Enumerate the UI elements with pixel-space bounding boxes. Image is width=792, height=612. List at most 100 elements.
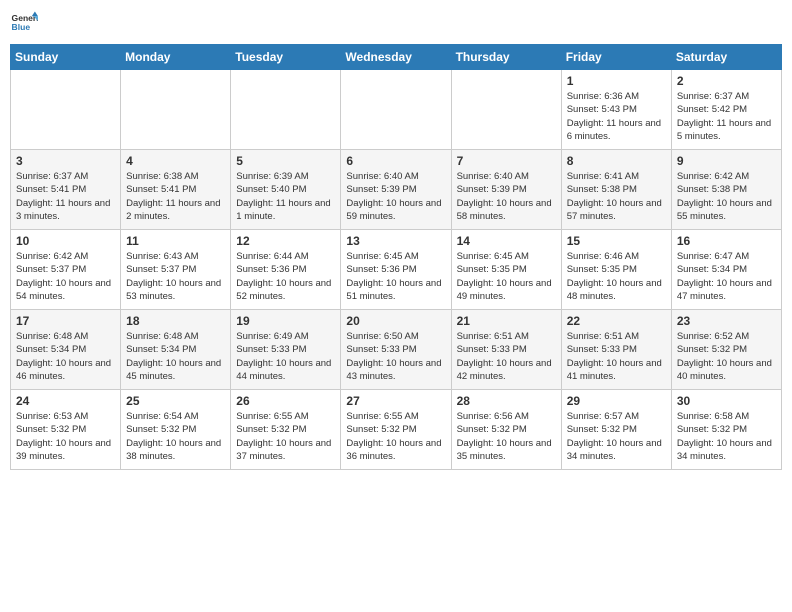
page-header: General Blue xyxy=(10,10,782,38)
calendar-cell: 8 Sunrise: 6:41 AMSunset: 5:38 PMDaylight… xyxy=(561,150,671,230)
day-number: 30 xyxy=(677,394,776,408)
day-info: Sunrise: 6:46 AMSunset: 5:35 PMDaylight:… xyxy=(567,250,666,303)
day-info: Sunrise: 6:57 AMSunset: 5:32 PMDaylight:… xyxy=(567,410,666,463)
day-number: 1 xyxy=(567,74,666,88)
day-number: 27 xyxy=(346,394,445,408)
day-number: 26 xyxy=(236,394,335,408)
calendar-cell: 30 Sunrise: 6:58 AMSunset: 5:32 PMDayligh… xyxy=(671,390,781,470)
day-info: Sunrise: 6:54 AMSunset: 5:32 PMDaylight:… xyxy=(126,410,225,463)
day-info: Sunrise: 6:45 AMSunset: 5:36 PMDaylight:… xyxy=(346,250,445,303)
day-number: 19 xyxy=(236,314,335,328)
day-number: 11 xyxy=(126,234,225,248)
day-number: 16 xyxy=(677,234,776,248)
calendar-cell: 27 Sunrise: 6:55 AMSunset: 5:32 PMDayligh… xyxy=(341,390,451,470)
calendar-cell: 23Sunrise: 6:52 AMSunset: 5:32 PMDayligh… xyxy=(671,310,781,390)
calendar-cell: 28Sunrise: 6:56 AMSunset: 5:32 PMDayligh… xyxy=(451,390,561,470)
calendar-cell: 3 Sunrise: 6:37 AMSunset: 5:41 PMDaylight… xyxy=(11,150,121,230)
day-info: Sunrise: 6:39 AMSunset: 5:40 PMDaylight:… xyxy=(236,170,335,223)
calendar-cell: 1 Sunrise: 6:36 AMSunset: 5:43 PMDaylight… xyxy=(561,70,671,150)
svg-text:Blue: Blue xyxy=(12,22,31,32)
day-info: Sunrise: 6:37 AMSunset: 5:41 PMDaylight:… xyxy=(16,170,115,223)
calendar-cell: 13Sunrise: 6:45 AMSunset: 5:36 PMDayligh… xyxy=(341,230,451,310)
weekday-header-wednesday: Wednesday xyxy=(341,45,451,70)
day-info: Sunrise: 6:55 AMSunset: 5:32 PMDaylight:… xyxy=(346,410,445,463)
calendar-week-2: 10 Sunrise: 6:42 AMSunset: 5:37 PMDayligh… xyxy=(11,230,782,310)
calendar-cell: 24 Sunrise: 6:53 AMSunset: 5:32 PMDayligh… xyxy=(11,390,121,470)
day-number: 7 xyxy=(457,154,556,168)
day-number: 5 xyxy=(236,154,335,168)
weekday-header-friday: Friday xyxy=(561,45,671,70)
calendar-cell: 15 Sunrise: 6:46 AMSunset: 5:35 PMDayligh… xyxy=(561,230,671,310)
logo: General Blue xyxy=(10,10,38,38)
day-number: 2 xyxy=(677,74,776,88)
day-info: Sunrise: 6:40 AMSunset: 5:39 PMDaylight:… xyxy=(457,170,556,223)
day-info: Sunrise: 6:51 AMSunset: 5:33 PMDaylight:… xyxy=(567,330,666,383)
day-info: Sunrise: 6:55 AMSunset: 5:32 PMDaylight:… xyxy=(236,410,335,463)
calendar-cell: 6 Sunrise: 6:40 AMSunset: 5:39 PMDaylight… xyxy=(341,150,451,230)
calendar-cell xyxy=(451,70,561,150)
weekday-header-tuesday: Tuesday xyxy=(231,45,341,70)
calendar-cell: 16Sunrise: 6:47 AMSunset: 5:34 PMDayligh… xyxy=(671,230,781,310)
day-info: Sunrise: 6:48 AMSunset: 5:34 PMDaylight:… xyxy=(126,330,225,383)
day-info: Sunrise: 6:52 AMSunset: 5:32 PMDaylight:… xyxy=(677,330,776,383)
calendar-cell: 10 Sunrise: 6:42 AMSunset: 5:37 PMDayligh… xyxy=(11,230,121,310)
day-number: 6 xyxy=(346,154,445,168)
calendar-week-4: 24 Sunrise: 6:53 AMSunset: 5:32 PMDayligh… xyxy=(11,390,782,470)
calendar-week-0: 1 Sunrise: 6:36 AMSunset: 5:43 PMDaylight… xyxy=(11,70,782,150)
day-info: Sunrise: 6:51 AMSunset: 5:33 PMDaylight:… xyxy=(457,330,556,383)
calendar-cell: 17 Sunrise: 6:48 AMSunset: 5:34 PMDayligh… xyxy=(11,310,121,390)
day-number: 17 xyxy=(16,314,115,328)
calendar-cell: 5 Sunrise: 6:39 AMSunset: 5:40 PMDaylight… xyxy=(231,150,341,230)
weekday-header-monday: Monday xyxy=(121,45,231,70)
calendar-cell: 4 Sunrise: 6:38 AMSunset: 5:41 PMDaylight… xyxy=(121,150,231,230)
calendar-cell: 21 Sunrise: 6:51 AMSunset: 5:33 PMDayligh… xyxy=(451,310,561,390)
day-number: 4 xyxy=(126,154,225,168)
day-number: 10 xyxy=(16,234,115,248)
weekday-header-saturday: Saturday xyxy=(671,45,781,70)
day-info: Sunrise: 6:37 AMSunset: 5:42 PMDaylight:… xyxy=(677,90,776,143)
calendar-cell: 20Sunrise: 6:50 AMSunset: 5:33 PMDayligh… xyxy=(341,310,451,390)
calendar-cell: 11Sunrise: 6:43 AMSunset: 5:37 PMDayligh… xyxy=(121,230,231,310)
weekday-header-thursday: Thursday xyxy=(451,45,561,70)
day-number: 22 xyxy=(567,314,666,328)
day-info: Sunrise: 6:38 AMSunset: 5:41 PMDaylight:… xyxy=(126,170,225,223)
calendar-cell: 9 Sunrise: 6:42 AMSunset: 5:38 PMDaylight… xyxy=(671,150,781,230)
day-info: Sunrise: 6:42 AMSunset: 5:37 PMDaylight:… xyxy=(16,250,115,303)
calendar-week-1: 3 Sunrise: 6:37 AMSunset: 5:41 PMDaylight… xyxy=(11,150,782,230)
calendar-cell: 29 Sunrise: 6:57 AMSunset: 5:32 PMDayligh… xyxy=(561,390,671,470)
calendar-table: SundayMondayTuesdayWednesdayThursdayFrid… xyxy=(10,44,782,470)
day-number: 24 xyxy=(16,394,115,408)
calendar-cell: 14 Sunrise: 6:45 AMSunset: 5:35 PMDayligh… xyxy=(451,230,561,310)
day-info: Sunrise: 6:40 AMSunset: 5:39 PMDaylight:… xyxy=(346,170,445,223)
day-number: 15 xyxy=(567,234,666,248)
calendar-cell xyxy=(341,70,451,150)
calendar-cell: 2 Sunrise: 6:37 AMSunset: 5:42 PMDaylight… xyxy=(671,70,781,150)
title-block xyxy=(38,10,782,12)
logo-icon: General Blue xyxy=(10,10,38,38)
calendar-cell: 12Sunrise: 6:44 AMSunset: 5:36 PMDayligh… xyxy=(231,230,341,310)
day-number: 8 xyxy=(567,154,666,168)
day-number: 9 xyxy=(677,154,776,168)
weekday-header-sunday: Sunday xyxy=(11,45,121,70)
calendar-cell xyxy=(121,70,231,150)
day-info: Sunrise: 6:42 AMSunset: 5:38 PMDaylight:… xyxy=(677,170,776,223)
day-info: Sunrise: 6:48 AMSunset: 5:34 PMDaylight:… xyxy=(16,330,115,383)
day-info: Sunrise: 6:49 AMSunset: 5:33 PMDaylight:… xyxy=(236,330,335,383)
calendar-cell: 7 Sunrise: 6:40 AMSunset: 5:39 PMDaylight… xyxy=(451,150,561,230)
weekday-header-row: SundayMondayTuesdayWednesdayThursdayFrid… xyxy=(11,45,782,70)
day-number: 25 xyxy=(126,394,225,408)
calendar-cell: 22 Sunrise: 6:51 AMSunset: 5:33 PMDayligh… xyxy=(561,310,671,390)
day-number: 14 xyxy=(457,234,556,248)
day-number: 21 xyxy=(457,314,556,328)
day-info: Sunrise: 6:56 AMSunset: 5:32 PMDaylight:… xyxy=(457,410,556,463)
calendar-cell: 18Sunrise: 6:48 AMSunset: 5:34 PMDayligh… xyxy=(121,310,231,390)
day-info: Sunrise: 6:53 AMSunset: 5:32 PMDaylight:… xyxy=(16,410,115,463)
day-info: Sunrise: 6:58 AMSunset: 5:32 PMDaylight:… xyxy=(677,410,776,463)
calendar-cell xyxy=(231,70,341,150)
day-number: 12 xyxy=(236,234,335,248)
day-number: 29 xyxy=(567,394,666,408)
day-info: Sunrise: 6:45 AMSunset: 5:35 PMDaylight:… xyxy=(457,250,556,303)
day-info: Sunrise: 6:41 AMSunset: 5:38 PMDaylight:… xyxy=(567,170,666,223)
day-number: 3 xyxy=(16,154,115,168)
day-info: Sunrise: 6:36 AMSunset: 5:43 PMDaylight:… xyxy=(567,90,666,143)
